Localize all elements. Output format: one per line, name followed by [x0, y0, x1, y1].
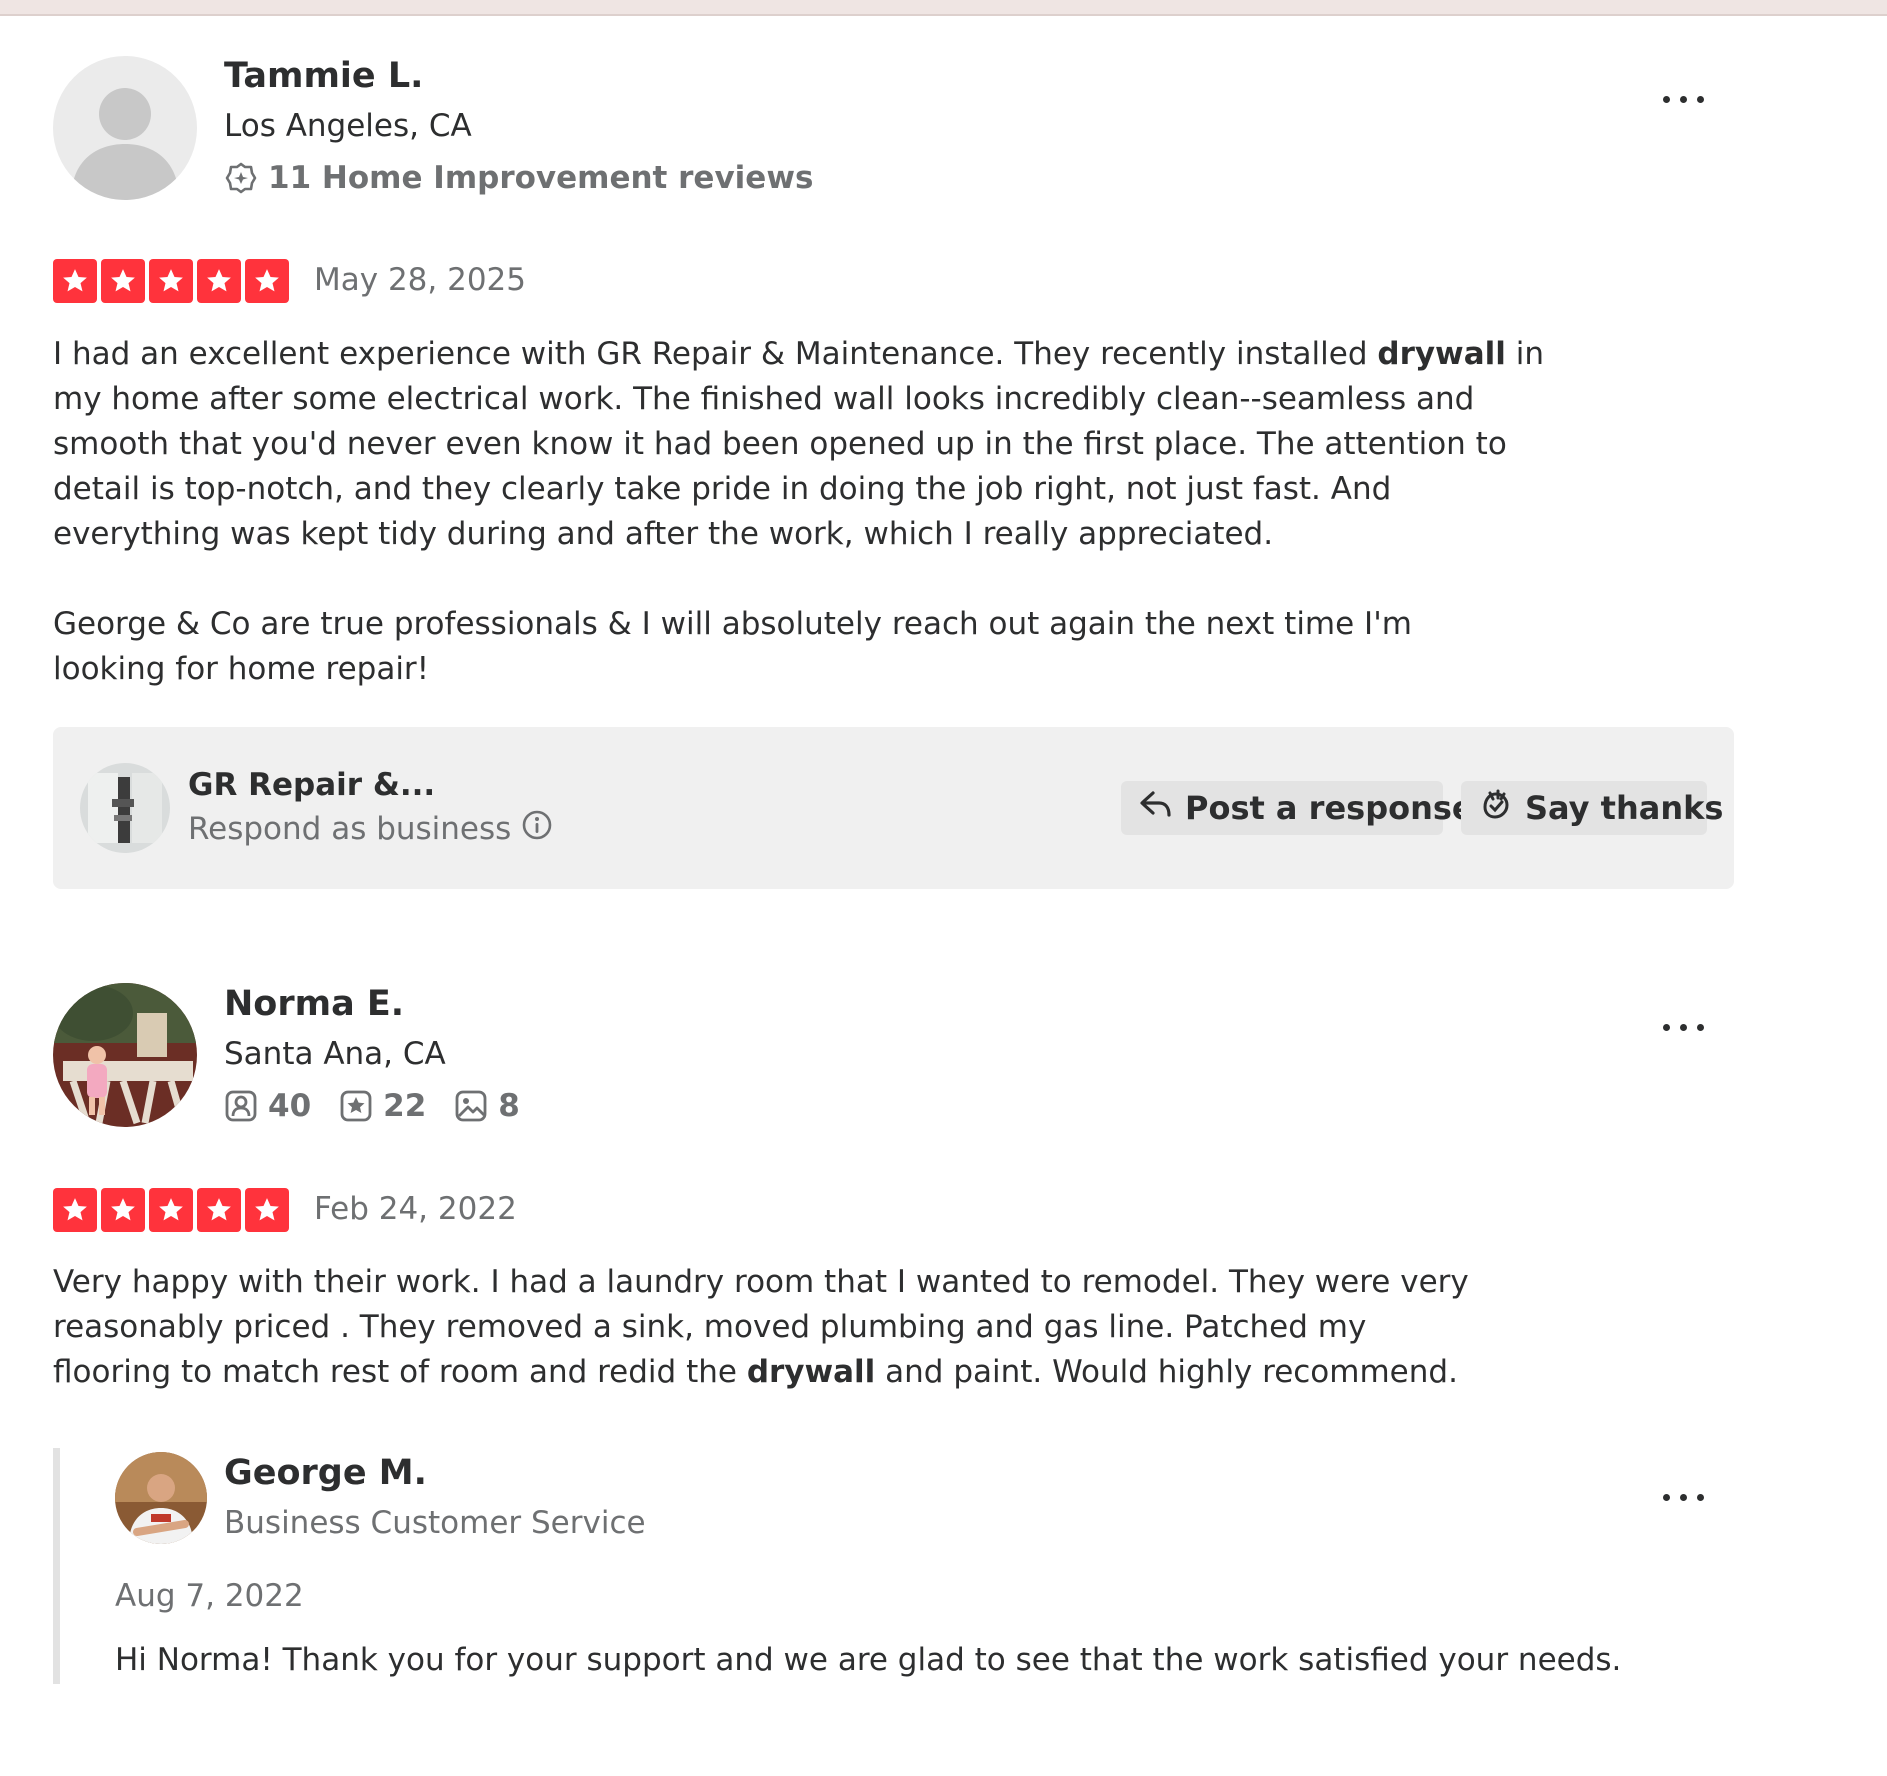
- user-name[interactable]: Norma E.: [224, 984, 404, 1024]
- friends-value: 40: [268, 1088, 312, 1124]
- reply-arrow-icon: [1139, 789, 1173, 827]
- reply-date: Aug 7, 2022: [115, 1578, 304, 1614]
- business-response-box: GR Repair &... Respond as business Post …: [53, 727, 1734, 889]
- review-paragraph: George & Co are true professionals & I w…: [53, 602, 1523, 692]
- owner-photo-icon: [115, 1452, 207, 1544]
- business-name[interactable]: GR Repair &...: [188, 767, 435, 803]
- say-thanks-label: Say thanks: [1525, 789, 1724, 827]
- user-location: Los Angeles, CA: [224, 108, 472, 144]
- review-date: Feb 24, 2022: [314, 1191, 517, 1227]
- review-text: I had an excellent experience with GR Re…: [53, 332, 1553, 692]
- more-options-button[interactable]: [1653, 79, 1713, 119]
- review-paragraph: I had an excellent experience with GR Re…: [53, 332, 1553, 557]
- owner-avatar[interactable]: [115, 1452, 207, 1544]
- reviews-count: 22: [339, 1088, 426, 1124]
- user-avatar[interactable]: [53, 56, 197, 200]
- dot: [1679, 95, 1687, 103]
- review-date: May 28, 2025: [314, 262, 526, 298]
- star-icon: [53, 259, 97, 303]
- business-subtitle: Respond as business: [188, 809, 553, 849]
- owner-reply-bar: [53, 1448, 60, 1684]
- user-location: Santa Ana, CA: [224, 1036, 446, 1072]
- reply-text: Hi Norma! Thank you for your support and…: [115, 1642, 1622, 1678]
- dot: [1662, 1023, 1670, 1031]
- photos-count: 8: [454, 1088, 520, 1124]
- star-rating: [53, 1188, 289, 1232]
- more-options-button[interactable]: [1653, 1007, 1713, 1047]
- post-response-button[interactable]: Post a response: [1121, 781, 1474, 835]
- reviews-value: 22: [383, 1088, 427, 1124]
- page-top-bar: [0, 0, 1887, 16]
- star-icon: [197, 1188, 241, 1232]
- friends-icon: [224, 1089, 258, 1123]
- dot: [1696, 1023, 1704, 1031]
- reply-more-options-button[interactable]: [1653, 1477, 1713, 1517]
- dot: [1679, 1023, 1687, 1031]
- photo-icon: [454, 1089, 488, 1123]
- photos-value: 8: [498, 1088, 520, 1124]
- highlight-keyword: drywall: [746, 1354, 876, 1390]
- expertise-text: 11 Home Improvement reviews: [268, 160, 814, 196]
- user-photo-icon: [53, 983, 197, 1127]
- highlight-keyword: drywall: [1377, 336, 1506, 372]
- text-run: and paint. Would highly recommend.: [875, 1354, 1458, 1390]
- star-icon: [149, 1188, 193, 1232]
- review-text: Very happy with their work. I had a laun…: [53, 1260, 1493, 1395]
- friends-count: 40: [224, 1088, 311, 1124]
- business-logo-icon: [80, 763, 170, 853]
- star-icon: [245, 1188, 289, 1232]
- review-paragraph: Very happy with their work. I had a laun…: [53, 1260, 1493, 1395]
- thanks-hand-icon: [1479, 787, 1513, 829]
- dot: [1696, 95, 1704, 103]
- default-avatar-icon: [53, 56, 197, 200]
- dot: [1662, 95, 1670, 103]
- star-icon: [149, 259, 193, 303]
- star-icon: [53, 1188, 97, 1232]
- post-response-label: Post a response: [1185, 789, 1474, 827]
- dot: [1662, 1493, 1670, 1501]
- user-stats: 11 Home Improvement reviews: [224, 160, 813, 196]
- star-icon: [101, 1188, 145, 1232]
- star-rating: [53, 259, 289, 303]
- owner-name[interactable]: George M.: [224, 1453, 427, 1493]
- respond-as-business-label: Respond as business: [188, 811, 512, 847]
- text-run: George & Co are true professionals & I w…: [53, 606, 1412, 687]
- expertise-icon: [224, 161, 258, 195]
- text-run: I had an excellent experience with GR Re…: [53, 336, 1378, 372]
- review-star-icon: [339, 1089, 373, 1123]
- user-name[interactable]: Tammie L.: [224, 56, 423, 96]
- dot: [1679, 1493, 1687, 1501]
- star-icon: [197, 259, 241, 303]
- user-avatar[interactable]: [53, 983, 197, 1127]
- star-icon: [245, 259, 289, 303]
- dot: [1696, 1493, 1704, 1501]
- user-stats: 40 22 8: [224, 1088, 538, 1124]
- business-avatar: [80, 763, 170, 853]
- star-icon: [101, 259, 145, 303]
- owner-role: Business Customer Service: [224, 1505, 646, 1541]
- info-icon[interactable]: [521, 809, 553, 849]
- say-thanks-button[interactable]: Say thanks: [1461, 781, 1723, 835]
